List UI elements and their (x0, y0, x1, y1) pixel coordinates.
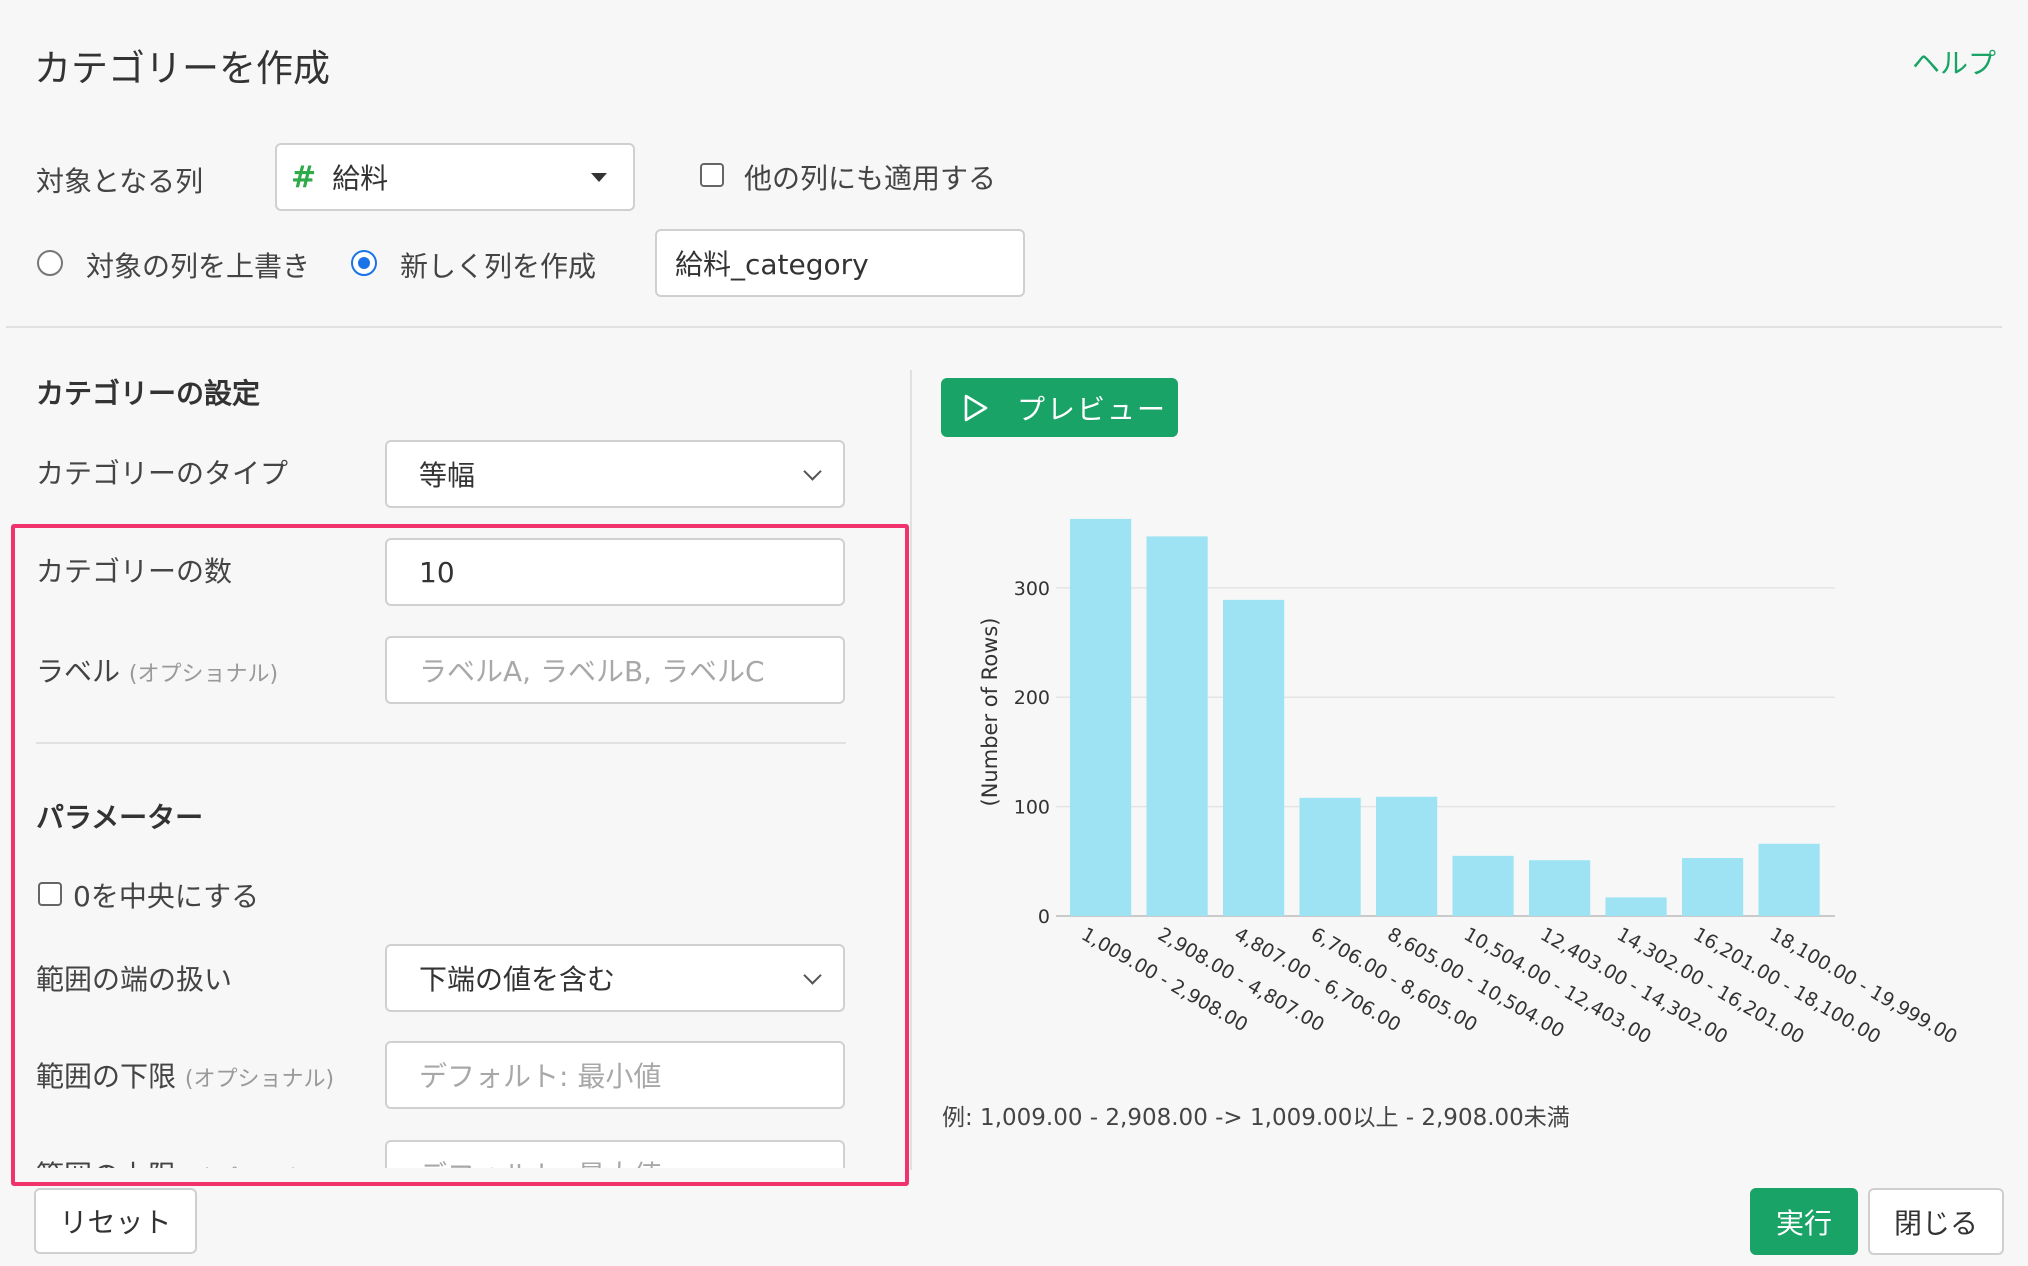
histogram-bar[interactable] (1605, 897, 1667, 916)
histogram-chart: 0100200300 1,009.00 - 2,908.002,908.00 -… (978, 518, 1961, 1049)
lower-bound-input[interactable]: デフォルト: 最小値 (385, 1041, 845, 1109)
overwrite-label: 対象の列を上書き (86, 250, 311, 283)
category-type-label: カテゴリーのタイプ (36, 457, 289, 490)
histogram-bar[interactable] (1070, 518, 1132, 916)
caret-down-icon (591, 173, 607, 182)
y-tick-label: 300 (1014, 578, 1050, 600)
numeric-hash-icon: # (291, 159, 317, 195)
y-tick-label: 100 (1014, 797, 1050, 819)
center-zero-label: 0を中央にする (73, 880, 260, 913)
histogram-bar[interactable] (1299, 797, 1361, 916)
panel-divider (910, 370, 912, 1170)
help-link[interactable]: ヘルプ (1912, 42, 1996, 82)
overwrite-radio[interactable] (37, 250, 63, 276)
top-divider (6, 326, 2002, 328)
target-column-label: 対象となる列 (36, 165, 204, 198)
label-optional-note: (オプショナル) (128, 662, 279, 687)
lower-bound-text: 範囲の下限 (36, 1060, 177, 1093)
chevron-down-icon (803, 462, 822, 481)
upper-bound-label: 範囲の上限 (オプショナル) (36, 1154, 334, 1168)
parameters-title: パラメーター (36, 801, 204, 834)
target-column-select[interactable]: # 給料 (275, 143, 635, 211)
label-input[interactable]: ラベルA, ラベルB, ラベルC (385, 636, 845, 704)
preview-label: プレビュー (1017, 392, 1168, 426)
preview-button[interactable]: プレビュー (941, 378, 1178, 437)
category-type-value: 等幅 (419, 459, 476, 492)
label-field-text: ラベル (36, 655, 121, 688)
y-tick-label: 200 (1014, 687, 1050, 709)
chevron-down-icon (803, 966, 822, 985)
upper-optional-note: (オプショナル) (185, 1166, 334, 1168)
y-axis-label: (Number of Rows) (978, 618, 1002, 807)
category-count-input[interactable]: 10 (385, 538, 845, 606)
lower-bound-placeholder: デフォルト: 最小値 (419, 1060, 662, 1093)
new-column-name-input[interactable]: 給料_category (655, 229, 1025, 297)
category-type-select[interactable]: 等幅 (385, 440, 845, 508)
center-zero-checkbox[interactable] (38, 882, 62, 906)
run-button[interactable]: 実行 (1750, 1188, 1858, 1255)
label-field-label: ラベル (オプショナル) (36, 650, 278, 690)
apply-other-checkbox[interactable] (700, 163, 724, 187)
label-placeholder: ラベルA, ラベルB, ラベルC (419, 655, 765, 688)
dialog-title: カテゴリーを作成 (34, 47, 330, 90)
edge-handling-value: 下端の値を含む (419, 963, 616, 996)
histogram-bar[interactable] (1758, 843, 1820, 916)
edge-handling-select[interactable]: 下端の値を含む (385, 944, 845, 1012)
category-count-value: 10 (419, 555, 455, 589)
histogram-bar[interactable] (1452, 855, 1514, 916)
create-new-label: 新しく列を作成 (400, 250, 597, 283)
play-icon (964, 394, 988, 421)
parameters-divider (36, 742, 846, 744)
new-column-name-value: 給料_category (675, 248, 869, 281)
lower-bound-label: 範囲の下限 (オプショナル) (36, 1055, 334, 1095)
edge-handling-label: 範囲の端の扱い (36, 963, 233, 996)
upper-bound-text: 範囲の上限 (36, 1159, 176, 1168)
lower-optional-note: (オプショナル) (184, 1067, 335, 1092)
histogram-bar[interactable] (1682, 858, 1744, 916)
histogram-bar[interactable] (1146, 536, 1208, 916)
reset-button[interactable]: リセット (34, 1188, 197, 1254)
histogram-bar[interactable] (1529, 860, 1591, 916)
y-tick-label: 0 (1038, 906, 1050, 928)
upper-bound-input[interactable]: デフォルト: 最大値 (385, 1140, 845, 1168)
category-count-label: カテゴリーの数 (36, 555, 233, 588)
upper-bound-placeholder: デフォルト: 最大値 (419, 1154, 661, 1168)
range-example-note: 例: 1,009.00 - 2,908.00 -> 1,009.00以上 - 2… (942, 1105, 1570, 1131)
apply-other-label: 他の列にも適用する (744, 162, 997, 195)
parameters-scroll-area[interactable]: カテゴリーの数 10 ラベル (オプショナル) ラベルA, ラベルB, ラベルC… (15, 528, 905, 1168)
target-column-value: 給料 (332, 162, 389, 195)
create-new-radio[interactable] (351, 250, 377, 276)
category-settings-title: カテゴリーの設定 (36, 377, 261, 410)
close-button[interactable]: 閉じる (1868, 1188, 2004, 1255)
histogram-bar[interactable] (1223, 599, 1285, 916)
histogram-bar[interactable] (1376, 796, 1438, 916)
